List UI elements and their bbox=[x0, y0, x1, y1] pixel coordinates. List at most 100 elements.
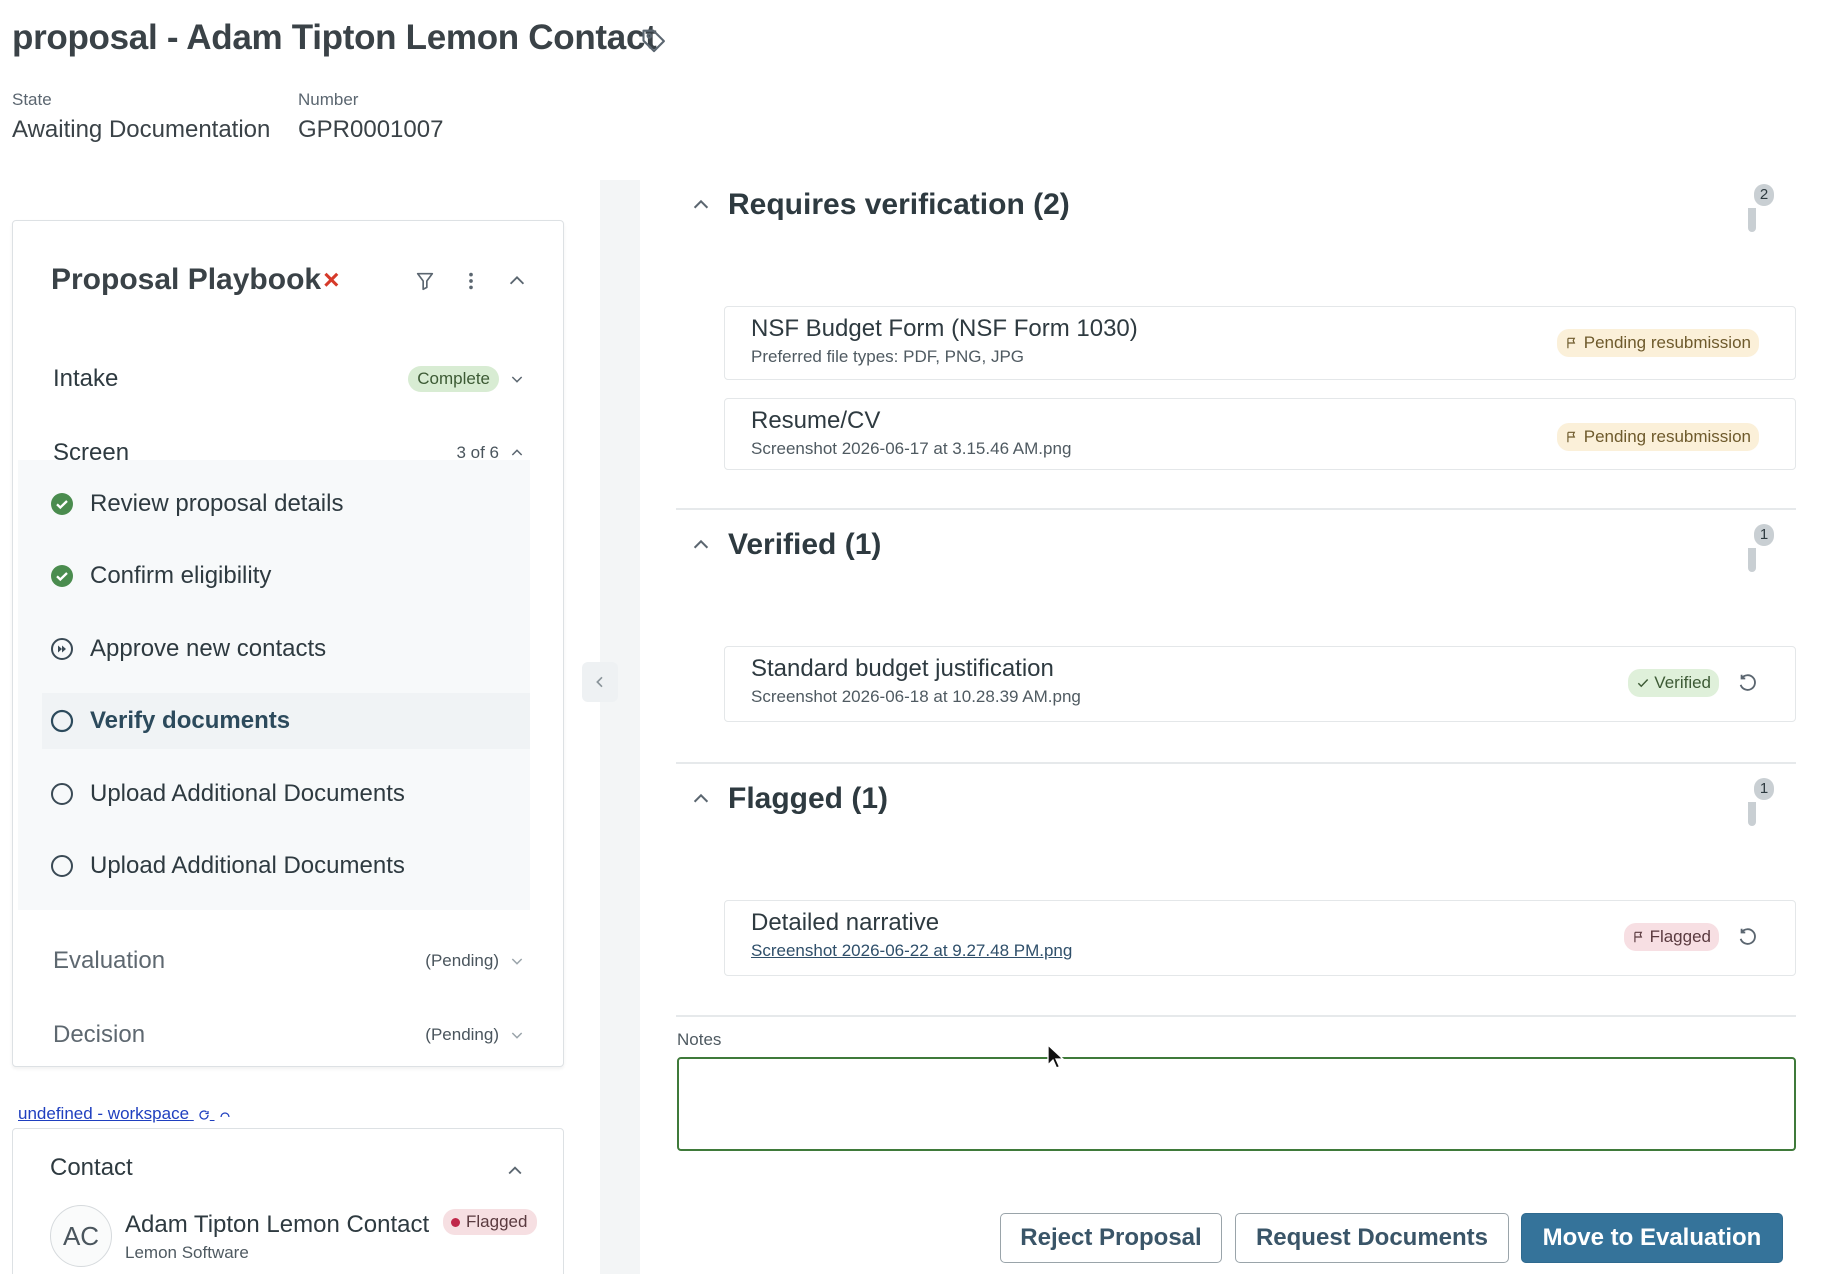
pending-resubmission-badge: Pending resubmission bbox=[1556, 423, 1759, 451]
divider bbox=[676, 762, 1796, 764]
contact-org: Lemon Software bbox=[125, 1243, 249, 1262]
undo-icon[interactable] bbox=[1737, 926, 1759, 948]
empty-circle-icon bbox=[50, 709, 74, 733]
contact-heading: Contact bbox=[50, 1154, 133, 1181]
comment-count-icon[interactable]: 1 bbox=[1748, 524, 1774, 572]
playbook-title-text: Proposal Playbook bbox=[51, 263, 322, 296]
verified-badge: Verified bbox=[1628, 669, 1719, 697]
flagged-badge: Flagged bbox=[1623, 923, 1719, 951]
chevron-up-icon[interactable] bbox=[690, 194, 712, 216]
playbook-title: Proposal Playbook× bbox=[51, 263, 339, 297]
stage-evaluation[interactable]: Evaluation (Pending) bbox=[53, 941, 525, 981]
doc-card-nsf-budget-form[interactable]: NSF Budget Form (NSF Form 1030) Preferre… bbox=[724, 306, 1796, 380]
chevron-down-icon[interactable] bbox=[509, 953, 525, 969]
comment-count: 1 bbox=[1754, 778, 1774, 800]
more-vertical-icon[interactable] bbox=[459, 269, 483, 293]
doc-subtitle[interactable]: Screenshot 2026-06-17 at 3.15.46 AM.png bbox=[751, 439, 1071, 459]
comment-count-icon[interactable]: 2 bbox=[1748, 184, 1774, 232]
stage-evaluation-name: Evaluation bbox=[53, 947, 166, 974]
doc-file-link[interactable]: Screenshot 2026-06-22 at 9.27.48 PM.png bbox=[751, 941, 1072, 961]
check-circle-icon bbox=[51, 493, 73, 515]
contact-flagged-badge: Flagged bbox=[443, 1209, 538, 1235]
section-title: Verified (1) bbox=[728, 528, 882, 561]
request-documents-button[interactable]: Request Documents bbox=[1235, 1213, 1509, 1263]
task-label: Confirm eligibility bbox=[90, 562, 272, 589]
divider bbox=[676, 508, 1796, 510]
undo-icon[interactable] bbox=[1737, 672, 1759, 694]
chevron-up-icon[interactable] bbox=[690, 534, 712, 556]
chevron-up-icon[interactable] bbox=[505, 1161, 525, 1181]
chevron-up-icon[interactable] bbox=[690, 788, 712, 810]
state-field: State Awaiting Documentation bbox=[12, 90, 270, 144]
notes-label: Notes bbox=[677, 1030, 722, 1049]
task-verify-documents[interactable]: Verify documents bbox=[42, 693, 530, 749]
stage-decision-status: (Pending) bbox=[425, 1025, 499, 1044]
collapse-panel-button[interactable] bbox=[582, 662, 618, 702]
move-to-evaluation-button[interactable]: Move to Evaluation bbox=[1521, 1213, 1783, 1263]
chevron-down-icon[interactable] bbox=[509, 1027, 525, 1043]
doc-title: Standard budget justification bbox=[751, 655, 1054, 682]
panel-splitter[interactable] bbox=[600, 180, 640, 1274]
workspace-link[interactable]: undefined - workspace bbox=[18, 1104, 231, 1124]
task-confirm-eligibility[interactable]: Confirm eligibility bbox=[50, 548, 530, 604]
refresh-icon[interactable] bbox=[198, 1109, 210, 1121]
number-label: Number bbox=[298, 90, 359, 109]
check-icon bbox=[1638, 678, 1649, 688]
chevron-up-icon[interactable] bbox=[505, 269, 529, 293]
contact-name[interactable]: Adam Tipton Lemon Contact bbox=[125, 1211, 429, 1239]
task-label: Upload Additional Documents bbox=[90, 852, 405, 879]
section-flagged-header[interactable]: Flagged (1) bbox=[690, 782, 888, 816]
comment-count-icon[interactable]: 1 bbox=[1748, 778, 1774, 826]
chevron-down-icon[interactable] bbox=[509, 371, 525, 387]
task-review-proposal-details[interactable]: Review proposal details bbox=[50, 476, 530, 532]
state-value: Awaiting Documentation bbox=[12, 116, 271, 143]
doc-title: Resume/CV bbox=[751, 407, 881, 434]
badge-text: Pending resubmission bbox=[1583, 333, 1751, 352]
state-label: State bbox=[12, 90, 52, 109]
external-link-icon[interactable] bbox=[219, 1109, 231, 1121]
badge-text: Pending resubmission bbox=[1583, 427, 1751, 446]
section-verified-header[interactable]: Verified (1) bbox=[690, 528, 881, 562]
chevron-up-icon[interactable] bbox=[509, 445, 525, 461]
page-title: proposal - Adam Tipton Lemon Contact bbox=[12, 18, 657, 57]
task-label: Upload Additional Documents bbox=[90, 780, 405, 807]
stage-decision[interactable]: Decision (Pending) bbox=[53, 1015, 525, 1055]
stage-intake[interactable]: Intake Complete bbox=[53, 359, 525, 399]
mouse-cursor-icon bbox=[1047, 1043, 1065, 1069]
reject-proposal-button[interactable]: Reject Proposal bbox=[1000, 1213, 1222, 1263]
task-upload-additional-documents[interactable]: Upload Additional Documents bbox=[50, 766, 530, 822]
empty-circle-icon bbox=[51, 855, 73, 877]
workspace-link-text[interactable]: undefined - workspace bbox=[18, 1104, 189, 1123]
number-value: GPR0001007 bbox=[298, 116, 444, 143]
stage-intake-name: Intake bbox=[53, 365, 119, 392]
task-approve-new-contacts[interactable]: Approve new contacts bbox=[50, 621, 530, 677]
tag-icon[interactable] bbox=[640, 26, 668, 54]
skip-circle-icon bbox=[51, 638, 73, 660]
doc-subtitle: Preferred file types: PDF, PNG, JPG bbox=[751, 347, 1025, 366]
badge-text: Flagged bbox=[1649, 927, 1711, 946]
number-field: Number GPR0001007 bbox=[298, 90, 443, 144]
flag-icon bbox=[1567, 431, 1576, 443]
doc-card-resume-cv[interactable]: Resume/CV Screenshot 2026-06-17 at 3.15.… bbox=[724, 398, 1796, 470]
doc-card-detailed-narrative[interactable]: Detailed narrative Screenshot 2026-06-22… bbox=[724, 900, 1796, 976]
chevron-left-icon bbox=[596, 676, 603, 688]
status-dot-icon bbox=[451, 1218, 460, 1228]
doc-subtitle[interactable]: Screenshot 2026-06-18 at 10.28.39 AM.png bbox=[751, 687, 1081, 707]
complete-badge: Complete bbox=[408, 366, 499, 392]
comment-count: 1 bbox=[1754, 524, 1774, 546]
divider bbox=[676, 1015, 1796, 1017]
flag-icon bbox=[1567, 337, 1576, 349]
task-label: Approve new contacts bbox=[90, 635, 327, 662]
close-icon[interactable]: × bbox=[323, 264, 339, 295]
notes-textarea[interactable] bbox=[677, 1057, 1796, 1151]
playbook-toolbar bbox=[413, 269, 529, 293]
task-label: Review proposal details bbox=[90, 490, 344, 517]
flag-icon bbox=[1633, 931, 1642, 943]
section-requires-verification-header[interactable]: Requires verification (2) bbox=[690, 188, 1070, 222]
stage-decision-name: Decision bbox=[53, 1021, 146, 1048]
contact-badge-text: Flagged bbox=[466, 1212, 528, 1231]
task-upload-additional-documents[interactable]: Upload Additional Documents bbox=[50, 838, 530, 894]
filter-icon[interactable] bbox=[413, 269, 437, 293]
doc-card-standard-budget-justification[interactable]: Standard budget justification Screenshot… bbox=[724, 646, 1796, 722]
check-circle-icon bbox=[51, 565, 73, 587]
